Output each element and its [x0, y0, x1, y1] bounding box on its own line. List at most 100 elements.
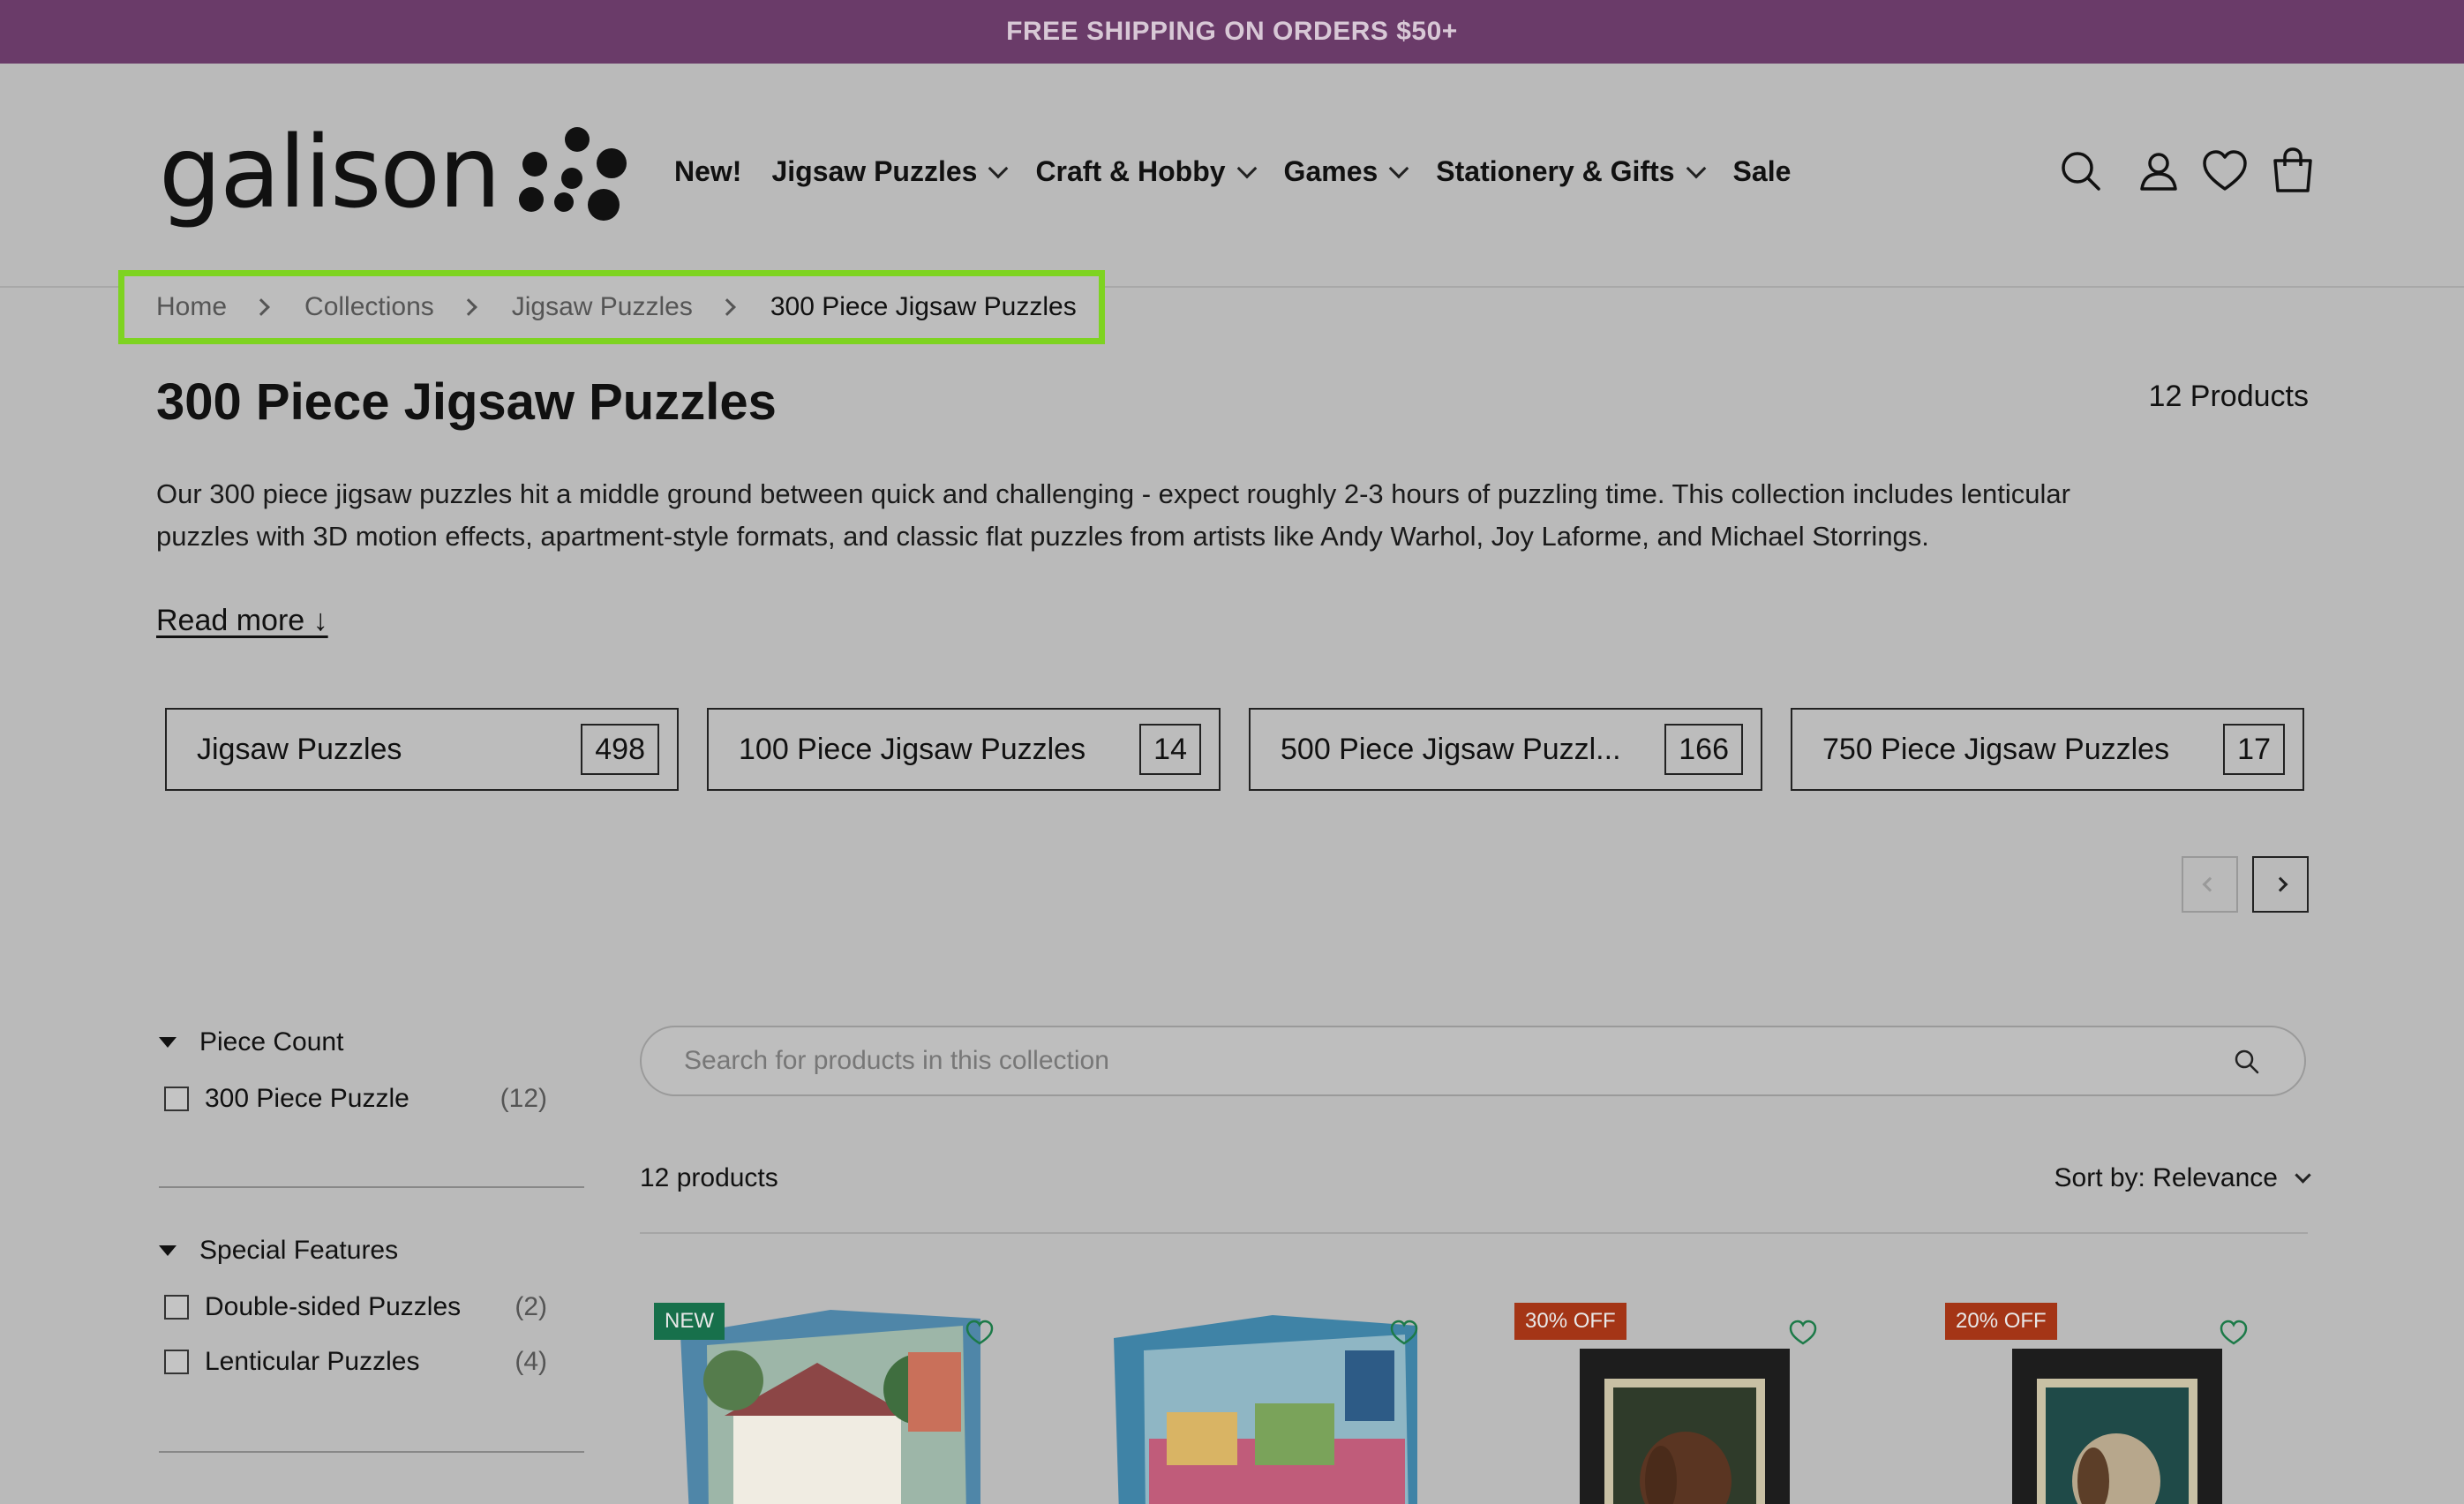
divider: [159, 1451, 584, 1453]
carousel-prev-button[interactable]: [2182, 856, 2238, 913]
breadcrumb-jigsaw-puzzles[interactable]: Jigsaw Puzzles: [512, 292, 693, 322]
nav-label: Games: [1283, 155, 1378, 187]
nav-item-new[interactable]: New!: [674, 155, 741, 188]
product-image: [680, 1310, 980, 1504]
product-badge: 20% OFF: [1945, 1303, 2057, 1340]
filter-title: Piece Count: [199, 1027, 344, 1057]
divider: [159, 1186, 584, 1188]
collection-chip-label: Jigsaw Puzzles: [197, 732, 402, 766]
filter-option-label: Double-sided Puzzles: [205, 1292, 462, 1321]
filter-option-lenticular[interactable]: Lenticular Puzzles (4): [159, 1347, 582, 1377]
wishlist-heart-icon[interactable]: [2219, 1319, 2249, 1351]
product-badge: NEW: [654, 1303, 725, 1340]
filter-option-double-sided[interactable]: Double-sided Puzzles (2): [159, 1292, 582, 1322]
collection-search: [640, 1026, 2306, 1096]
collection-chip-count: 498: [581, 724, 659, 775]
collection-chip-count: 166: [1664, 724, 1743, 775]
cart-bag-icon[interactable]: [2270, 147, 2319, 196]
filter-option-300-piece[interactable]: 300 Piece Puzzle (12): [159, 1084, 582, 1114]
wishlist-heart-icon[interactable]: [2201, 148, 2250, 198]
nav-label: Sale: [1732, 155, 1792, 187]
product-image: [1580, 1349, 1790, 1504]
chevron-right-icon: [252, 298, 270, 316]
checkbox[interactable]: [164, 1350, 189, 1374]
product-badge: 30% OFF: [1514, 1303, 1626, 1340]
nav-item-games[interactable]: Games: [1283, 155, 1409, 188]
breadcrumb-current: 300 Piece Jigsaw Puzzles: [770, 292, 1077, 321]
filter-special-features: Special Features Double-sided Puzzles (2…: [159, 1236, 582, 1377]
divider: [640, 1232, 2308, 1234]
product-card[interactable]: [1084, 1303, 1472, 1504]
filter-option-count: (4): [515, 1347, 547, 1376]
filter-option-count: (12): [500, 1084, 547, 1113]
filter-option-count: (2): [515, 1292, 547, 1321]
collection-description: Our 300 piece jigsaw puzzles hit a middl…: [156, 478, 2070, 552]
chevron-right-icon: [459, 298, 477, 316]
sort-label: Sort by:: [2054, 1163, 2145, 1192]
nav-label: Craft & Hobby: [1035, 155, 1226, 187]
nav-item-jigsaw-puzzles[interactable]: Jigsaw Puzzles: [771, 155, 1009, 188]
main-nav: New! Jigsaw Puzzles Craft & Hobby Games …: [674, 155, 1821, 188]
search-input[interactable]: [684, 1046, 2184, 1076]
collection-chip[interactable]: 750 Piece Jigsaw Puzzles 17: [1791, 708, 2304, 791]
caret-down-icon: [159, 1245, 177, 1256]
filter-piece-count: Piece Count 300 Piece Puzzle (12): [159, 1027, 582, 1114]
filter-option-label: Lenticular Puzzles: [205, 1347, 420, 1376]
nav-label: Jigsaw Puzzles: [771, 155, 978, 187]
product-image: [1114, 1315, 1417, 1504]
filter-option-label: 300 Piece Puzzle: [205, 1084, 409, 1113]
logo-wordmark: galison: [159, 116, 501, 230]
filter-toggle-piece-count[interactable]: Piece Count: [159, 1027, 582, 1057]
checkbox[interactable]: [164, 1087, 189, 1111]
collection-chip-label: 500 Piece Jigsaw Puzzl...: [1281, 732, 1621, 766]
related-collections: Jigsaw Puzzles 498 100 Piece Jigsaw Puzz…: [165, 708, 2304, 791]
results-count: 12 products: [640, 1163, 778, 1192]
product-image: [2012, 1349, 2222, 1504]
collection-chip[interactable]: Jigsaw Puzzles 498: [165, 708, 679, 791]
chevron-down-icon: [1388, 158, 1409, 178]
breadcrumb-home[interactable]: Home: [156, 292, 227, 322]
product-card[interactable]: 20% OFF: [1945, 1303, 2333, 1504]
collection-chip-label: 100 Piece Jigsaw Puzzles: [739, 732, 1086, 766]
chevron-right-icon: [2272, 876, 2288, 892]
chevron-down-icon: [988, 158, 1009, 178]
chevron-left-icon: [2202, 876, 2218, 892]
wishlist-heart-icon[interactable]: [1389, 1319, 1419, 1351]
collection-chip-count: 14: [1139, 724, 1201, 775]
product-count: 12 Products: [2148, 380, 2309, 413]
carousel-next-button[interactable]: [2252, 856, 2309, 913]
collection-chip[interactable]: 500 Piece Jigsaw Puzzl... 166: [1249, 708, 1762, 791]
page-title: 300 Piece Jigsaw Puzzles: [156, 373, 777, 431]
collection-chip-label: 750 Piece Jigsaw Puzzles: [1822, 732, 2170, 766]
wishlist-heart-icon[interactable]: [1788, 1319, 1818, 1351]
promo-text: FREE SHIPPING ON ORDERS $50+: [1006, 17, 1458, 46]
account-icon[interactable]: [2136, 148, 2185, 198]
wishlist-heart-icon[interactable]: [965, 1319, 995, 1351]
nav-item-stationery-gifts[interactable]: Stationery & Gifts: [1436, 155, 1706, 188]
caret-down-icon: [159, 1037, 177, 1048]
nav-label: Stationery & Gifts: [1436, 155, 1675, 187]
search-icon[interactable]: [2058, 148, 2107, 198]
nav-item-craft-hobby[interactable]: Craft & Hobby: [1035, 155, 1257, 188]
chevron-down-icon: [2295, 1166, 2311, 1184]
chevron-down-icon: [1686, 158, 1706, 178]
collection-chip-count: 17: [2223, 724, 2285, 775]
checkbox[interactable]: [164, 1295, 189, 1320]
logo[interactable]: galison: [159, 120, 632, 226]
promo-bar: FREE SHIPPING ON ORDERS $50+: [0, 0, 2464, 64]
product-card[interactable]: NEW: [654, 1303, 1042, 1504]
filter-title: Special Features: [199, 1236, 399, 1265]
logo-dots-icon: [508, 120, 632, 226]
site-header: galison New! Jigsaw Puzzles Craft & Hobb…: [0, 64, 2464, 288]
filter-toggle-special-features[interactable]: Special Features: [159, 1236, 582, 1266]
nav-label: New!: [674, 155, 742, 187]
sort-value: Relevance: [2152, 1163, 2278, 1192]
read-more-link[interactable]: Read more ↓: [156, 604, 328, 638]
search-icon[interactable]: [2234, 1049, 2260, 1079]
nav-item-sale[interactable]: Sale: [1733, 155, 1792, 188]
collection-chip[interactable]: 100 Piece Jigsaw Puzzles 14: [707, 708, 1221, 791]
chevron-down-icon: [1236, 158, 1257, 178]
breadcrumb-collections[interactable]: Collections: [304, 292, 434, 322]
product-card[interactable]: 30% OFF: [1514, 1303, 1903, 1504]
sort-dropdown[interactable]: Sort by: Relevance: [2054, 1163, 2311, 1193]
